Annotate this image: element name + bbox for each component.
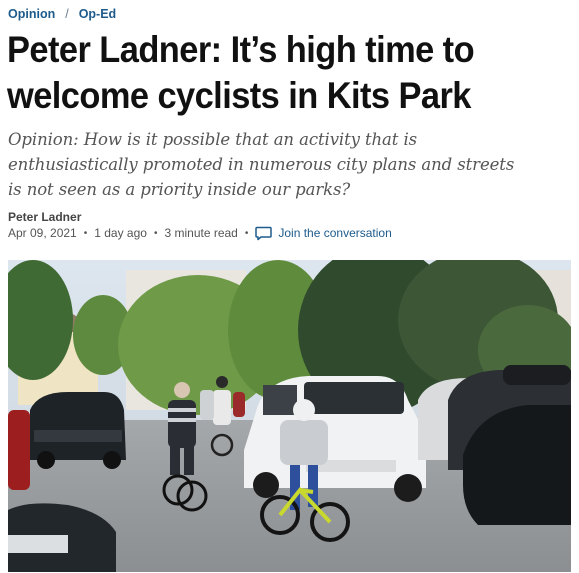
author-name[interactable]: Peter Ladner — [8, 210, 81, 224]
read-time: 3 minute read — [164, 226, 238, 240]
breadcrumb-separator: / — [65, 7, 69, 21]
headline-line-2: welcome cyclists in Kits Park — [7, 75, 471, 116]
speech-bubble-icon — [255, 226, 273, 240]
meta-separator: • — [83, 227, 88, 239]
join-conversation-link[interactable]: Join the conversation — [255, 226, 392, 241]
deck-line-1: Opinion: How is it possible that an acti… — [8, 130, 418, 149]
headline-line-1: Peter Ladner: It’s high time to — [7, 29, 475, 70]
deck-line-3: is not seen as a priority inside our par… — [8, 180, 351, 199]
article-meta: Apr 09, 2021 • 1 day ago • 3 minute read… — [8, 225, 392, 241]
article-deck: Opinion: How is it possible that an acti… — [8, 127, 574, 202]
meta-separator: • — [244, 227, 249, 239]
meta-separator: • — [153, 227, 158, 239]
publish-date: Apr 09, 2021 — [8, 226, 77, 240]
join-conversation-label: Join the conversation — [278, 226, 392, 240]
relative-time: 1 day ago — [94, 226, 147, 240]
article-headline: Peter Ladner: It’s high time to welcome … — [7, 27, 532, 119]
breadcrumb-opinion[interactable]: Opinion — [8, 7, 55, 21]
article-hero-image — [8, 260, 571, 572]
breadcrumb-op-ed[interactable]: Op-Ed — [79, 7, 117, 21]
breadcrumb: Opinion / Op-Ed — [8, 6, 116, 22]
deck-line-2: enthusiastically promoted in numerous ci… — [8, 155, 515, 174]
